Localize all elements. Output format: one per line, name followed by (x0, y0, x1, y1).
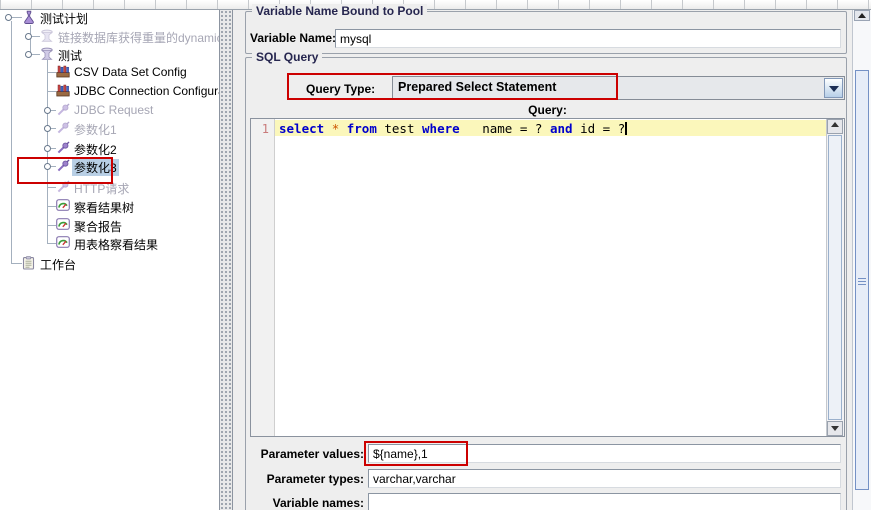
expand-handle-icon[interactable] (44, 107, 51, 114)
tree-connector (11, 263, 22, 264)
tree-item-8[interactable]: 参数化2 (0, 140, 219, 158)
sql-token-plain (339, 121, 347, 136)
config-icon (56, 84, 70, 98)
tree-item-6[interactable]: JDBC Request (0, 102, 219, 120)
parameter-values-label: Parameter values: (260, 447, 364, 461)
annotation-box-tree-item (17, 157, 113, 184)
sampler-icon (56, 121, 70, 135)
sql-query-editor[interactable]: 1 select * from test where name = ? and … (250, 118, 845, 437)
sampler-icon (56, 141, 70, 155)
tree-item-label: JDBC Connection Configurat (74, 84, 229, 98)
tree-connector (32, 36, 40, 37)
sql-token-plain (324, 121, 332, 136)
variable-names-label: Variable names: (272, 496, 364, 510)
sql-token-keyword: and (549, 121, 573, 136)
config-icon (56, 65, 70, 79)
listener-icon (56, 236, 70, 250)
tree-connector (47, 72, 56, 73)
tree-item-label: 测试 (58, 49, 83, 63)
sampler-icon (56, 103, 70, 117)
sql-query-group-title: SQL Query (252, 50, 323, 64)
sql-token-keyword: select (279, 121, 325, 136)
sql-token-plain: test (376, 121, 423, 136)
variable-name-input[interactable] (335, 29, 841, 48)
variable-name-label: Variable Name: (250, 31, 337, 45)
tree-item-14[interactable]: 工作台 (0, 255, 219, 273)
annotation-box-query-type (287, 73, 618, 100)
text-caret (625, 122, 628, 135)
thread-group-icon (40, 47, 54, 61)
chevron-down-icon[interactable] (824, 78, 843, 98)
tree-connector (47, 187, 56, 188)
tree-item-label: 工作台 (40, 258, 77, 272)
expand-handle-icon[interactable] (44, 145, 51, 152)
sql-token-keyword: where (422, 121, 460, 136)
tree-item-label: 参数化1 (74, 123, 117, 137)
tree-item-label: 链接数据库获得重量的dynamic - (58, 31, 231, 45)
tree-connector (47, 206, 56, 207)
split-divider[interactable] (219, 10, 233, 510)
tree-item-1[interactable]: 测试计划 (0, 9, 219, 27)
tree-item-label: 参数化2 (74, 143, 117, 157)
sql-token-keyword: from (346, 121, 377, 136)
tree-item-13[interactable]: 用表格察看结果 (0, 235, 219, 253)
editor-vertical-scrollbar[interactable] (826, 119, 844, 436)
tree-connector (12, 17, 22, 18)
variable-names-input[interactable] (368, 493, 841, 510)
listener-icon (56, 218, 70, 232)
tree-item-2[interactable]: 链接数据库获得重量的dynamic - (0, 28, 230, 46)
tree-connector (32, 54, 40, 55)
expand-handle-icon[interactable] (25, 51, 32, 58)
expand-handle-icon[interactable] (5, 14, 12, 21)
tree-item-label: 聚合报告 (74, 220, 123, 234)
expand-handle-icon[interactable] (44, 125, 51, 132)
sql-token-plain: name = ? (459, 121, 550, 136)
jmeter-window: 测试计划链接数据库获得重量的dynamic - 测试 CSV Data Set Co… (0, 0, 871, 510)
parameter-types-input[interactable] (368, 469, 841, 488)
tree-item-7[interactable]: 参数化1 (0, 120, 219, 138)
sql-statement-line[interactable]: select * from test where name = ? and id… (279, 121, 628, 136)
tree-item-label: CSV Data Set Config (74, 65, 187, 79)
listener-icon (56, 199, 70, 213)
panel-scroll-up-icon[interactable] (854, 10, 870, 21)
flask-icon (22, 10, 36, 24)
tree-item-label: 察看结果树 (74, 201, 135, 215)
annotation-box-parameter-values (364, 441, 468, 466)
tree-item-label: 测试计划 (40, 12, 89, 26)
variable-name-group-title: Variable Name Bound to Pool (252, 4, 428, 18)
scroll-up-icon[interactable] (827, 119, 843, 134)
tree-connector (47, 243, 56, 244)
sql-token-plain: id = ? (572, 121, 626, 136)
expand-handle-icon[interactable] (25, 33, 32, 40)
tree-item-5[interactable]: JDBC Connection Configurat (0, 83, 228, 101)
tree-connector (47, 91, 56, 92)
thread-group-icon (40, 29, 54, 43)
editor-line-number-gutter: 1 (251, 119, 275, 436)
tree-item-3[interactable]: 测试 (0, 46, 219, 64)
tree-item-11[interactable]: 察看结果树 (0, 198, 219, 216)
tree-connector (47, 225, 56, 226)
tree-item-4[interactable]: CSV Data Set Config (0, 64, 219, 82)
panel-scrollbar-thumb[interactable] (855, 70, 869, 490)
query-label: Query: (528, 103, 567, 117)
scroll-down-icon[interactable] (827, 421, 843, 436)
line-number: 1 (261, 122, 269, 136)
tree-item-label: JDBC Request (74, 103, 154, 117)
workbench-icon (22, 256, 36, 270)
editor-scrollbar-thumb[interactable] (828, 135, 842, 420)
tree-item-12[interactable]: 聚合报告 (0, 217, 219, 235)
test-plan-tree: 测试计划链接数据库获得重量的dynamic - 测试 CSV Data Set Co… (0, 9, 230, 510)
tree-item-label: 用表格察看结果 (74, 238, 159, 252)
parameter-types-label: Parameter types: (266, 472, 364, 486)
